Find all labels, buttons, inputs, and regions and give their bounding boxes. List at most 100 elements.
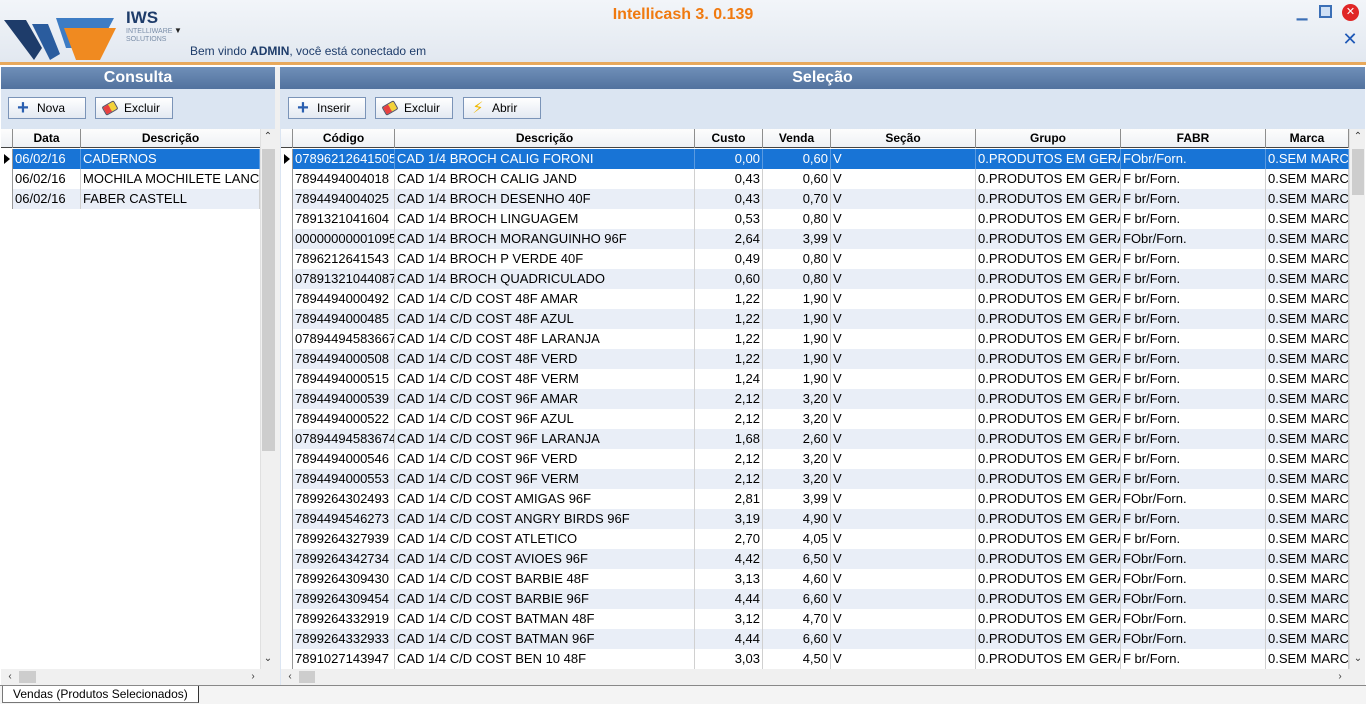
table-cell-secao: V [831,649,976,669]
selecao-vertical-scrollbar[interactable]: ⌃ ⌄ [1349,129,1365,669]
row-indicator [281,569,293,589]
selecao-row[interactable]: 7899264332919 CAD 1/4 C/D COST BATMAN 48F… [281,609,1349,629]
table-cell-secao: V [831,369,976,389]
close-icon[interactable]: ✕ [1342,4,1359,21]
table-cell-venda: 1,90 [763,369,831,389]
app-title: Intellicash 3. 0.139 [612,6,754,23]
selecao-row[interactable]: 7899264309430 CAD 1/4 C/D COST BARBIE 48F… [281,569,1349,589]
col-header-venda[interactable]: Venda [763,129,831,148]
selecao-row[interactable]: 7899264342734 CAD 1/4 C/D COST AVIOES 96F… [281,549,1349,569]
selecao-row[interactable]: 7891027143947 CAD 1/4 C/D COST BEN 10 48F… [281,649,1349,669]
selecao-row[interactable]: 7894494000492 CAD 1/4 C/D COST 48F AMAR 1,… [281,289,1349,309]
row-indicator [281,409,293,429]
consulta-row[interactable]: 06/02/16 CADERNOS [1,149,260,169]
selecao-row[interactable]: 7894494546273 CAD 1/4 C/D COST ANGRY BIRD… [281,509,1349,529]
selecao-row[interactable]: 7899264332933 CAD 1/4 C/D COST BATMAN 96F… [281,629,1349,649]
table-cell-venda: 4,90 [763,509,831,529]
inserir-button[interactable]: + Inserir [288,97,366,119]
table-cell-marca: 0.SEM MARCA [1266,429,1349,449]
table-cell-custo: 0,43 [695,189,763,209]
consulta-vertical-scrollbar[interactable]: ⌃ ⌄ [260,129,275,669]
col-header-custo[interactable]: Custo [695,129,763,148]
excluir-selecao-button[interactable]: Excluir [375,97,453,119]
selecao-horizontal-scrollbar[interactable]: ‹ › [281,669,1365,685]
close-tab-icon[interactable]: ✕ [1342,30,1358,48]
consulta-horizontal-scrollbar[interactable]: ‹ › [1,669,275,685]
col-header-secao[interactable]: Seção [831,129,976,148]
table-cell-marca: 0.SEM MARCA [1266,309,1349,329]
consulta-row[interactable]: 06/02/16MOCHILA MOCHILETE LANCHEIRA [1,169,260,189]
table-cell-secao: V [831,229,976,249]
table-cell-secao: V [831,349,976,369]
scroll-right-icon[interactable]: › [246,671,260,682]
row-indicator [281,509,293,529]
table-cell-grupo: 0.PRODUTOS EM GERAL [976,429,1121,449]
table-cell-venda: 0,70 [763,189,831,209]
scroll-thumb[interactable] [1352,149,1364,195]
col-header-marca[interactable]: Marca [1266,129,1349,148]
col-header-descricao[interactable]: Descrição [81,129,260,148]
selecao-grid-header: Código Descrição Custo Venda Seção Grupo FABR M… [281,129,1349,148]
col-header-grupo[interactable]: Grupo [976,129,1121,148]
minimize-icon[interactable]: ▁ [1294,4,1310,20]
scroll-left-icon[interactable]: ‹ [3,671,17,682]
selecao-row[interactable]: 07891321044087 CAD 1/4 BROCH QUADRICULADO… [281,269,1349,289]
scroll-thumb[interactable] [262,149,275,451]
maximize-icon[interactable] [1318,4,1334,20]
col-header-data[interactable]: Data [13,129,81,148]
selecao-row[interactable]: 7894494000522 CAD 1/4 C/D COST 96F AZUL 2,… [281,409,1349,429]
selecao-row[interactable]: 7894494000508 CAD 1/4 C/D COST 48F VERD 1,… [281,349,1349,369]
scroll-right-icon[interactable]: › [1333,671,1347,682]
abrir-button[interactable]: ⚡ Abrir [463,97,541,119]
row-indicator [281,629,293,649]
selecao-row[interactable]: 7896212641543 CAD 1/4 BROCH P VERDE 40F 0,… [281,249,1349,269]
table-cell-marca: 0.SEM MARCA [1266,329,1349,349]
selecao-row[interactable]: 7899264327939 CAD 1/4 C/D COST ATLETICO 2,… [281,529,1349,549]
selecao-row[interactable]: 7894494004025 CAD 1/4 BROCH DESENHO 40F 0,… [281,189,1349,209]
table-cell-custo: 2,12 [695,469,763,489]
selecao-row[interactable]: 00000000001095 CAD 1/4 BROCH MORANGUINHO … [281,229,1349,249]
table-cell-secao: V [831,389,976,409]
consulta-row[interactable]: 06/02/16 FABER CASTELL [1,189,260,209]
table-cell-grupo: 0.PRODUTOS EM GERAL [976,549,1121,569]
table-cell-custo: 0,53 [695,209,763,229]
selecao-row[interactable]: 7894494004018 CAD 1/4 BROCH CALIG JAND 0,4… [281,169,1349,189]
row-indicator [281,229,293,249]
hscroll-thumb[interactable] [19,671,36,683]
selecao-row[interactable]: 7894494000539 CAD 1/4 C/D COST 96F AMAR 2,… [281,389,1349,409]
hscroll-thumb[interactable] [299,671,315,683]
logo-dropdown-icon[interactable]: ▼ [174,26,182,35]
selecao-row[interactable]: 7894494000485 CAD 1/4 C/D COST 48F AZUL 1,… [281,309,1349,329]
selecao-row[interactable]: 7894494000515 CAD 1/4 C/D COST 48F VERM 1,… [281,369,1349,389]
col-header-descricao[interactable]: Descrição [395,129,695,148]
table-cell-descricao: CAD 1/4 C/D COST ANGRY BIRDS 96F [395,509,695,529]
scroll-down-icon[interactable]: ⌄ [261,653,275,664]
selecao-row[interactable]: 07896212641505 CAD 1/4 BROCH CALIG FORONI… [281,149,1349,169]
table-cell-descricao: CAD 1/4 BROCH QUADRICULADO [395,269,695,289]
selecao-row[interactable]: 7899264309454 CAD 1/4 C/D COST BARBIE 96F… [281,589,1349,609]
table-cell-descricao: CAD 1/4 C/D COST ATLETICO [395,529,695,549]
scroll-left-icon[interactable]: ‹ [283,671,297,682]
col-header-fabr[interactable]: FABR [1121,129,1266,148]
selecao-row[interactable]: 07894494583674 CAD 1/4 C/D COST 96F LARAN… [281,429,1349,449]
selecao-row[interactable]: 7894494000546 CAD 1/4 C/D COST 96F VERD 2,… [281,449,1349,469]
selecao-row[interactable]: 7894494000553 CAD 1/4 C/D COST 96F VERM 2,… [281,469,1349,489]
table-cell-venda: 0,80 [763,209,831,229]
table-cell-grupo: 0.PRODUTOS EM GERAL [976,249,1121,269]
excluir-consulta-button[interactable]: Excluir [95,97,173,119]
selecao-row[interactable]: 7891321041604 CAD 1/4 BROCH LINGUAGEM 0,53… [281,209,1349,229]
scroll-up-icon[interactable]: ⌃ [1351,131,1365,142]
col-header-codigo[interactable]: Código [293,129,395,148]
selecao-row[interactable]: 07894494583667 CAD 1/4 C/D COST 48F LARAN… [281,329,1349,349]
scroll-up-icon[interactable]: ⌃ [261,131,275,142]
consulta-grid: Data Descrição 06/02/16 CADERNOS 06/02/16 M… [1,129,260,669]
selecao-row[interactable]: 7899264302493 CAD 1/4 C/D COST AMIGAS 96F… [281,489,1349,509]
nova-button[interactable]: + Nova [8,97,86,119]
tab-vendas-produtos-selecionados[interactable]: Vendas (Produtos Selecionados) [2,686,199,703]
table-cell-venda: 3,20 [763,409,831,429]
table-cell-descricao: CAD 1/4 BROCH P VERDE 40F [395,249,695,269]
table-cell-codigo: 7894494000553 [293,469,395,489]
table-cell-venda: 3,20 [763,449,831,469]
scroll-down-icon[interactable]: ⌄ [1351,653,1365,664]
table-cell-custo: 3,12 [695,609,763,629]
